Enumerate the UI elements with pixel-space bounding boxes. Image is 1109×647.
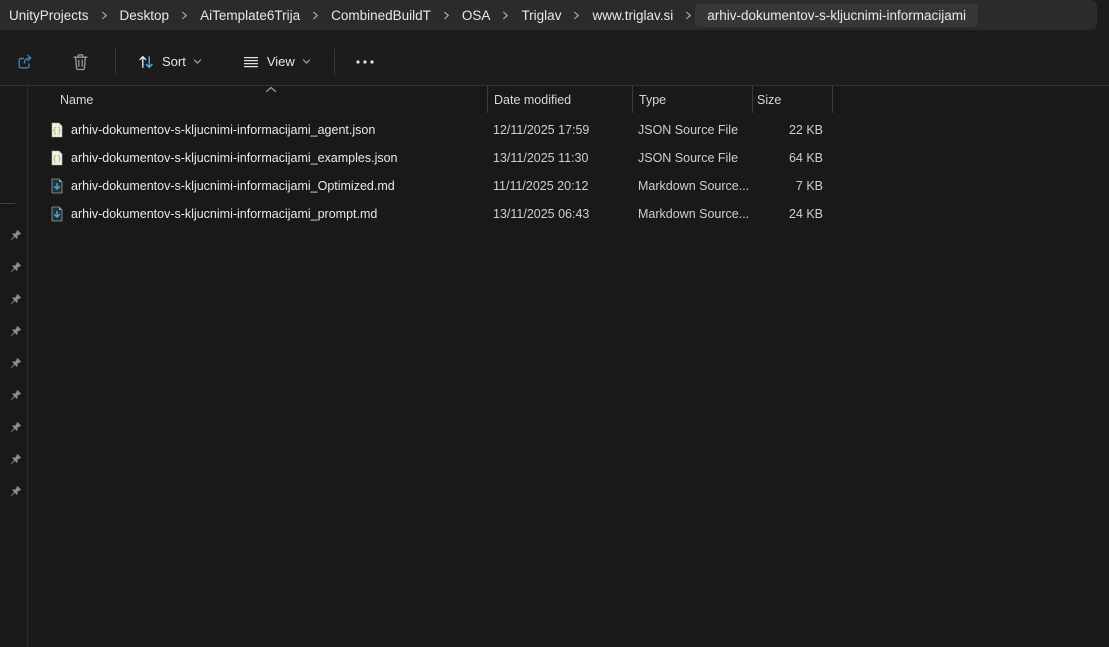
file-size: 24 KB [752,207,832,221]
sort-arrows-icon [137,53,155,71]
file-name: arhiv-dokumentov-s-kljucnimi-informacija… [71,207,377,221]
file-name: arhiv-dokumentov-s-kljucnimi-informacija… [71,151,398,165]
markdown-file-icon [49,206,65,222]
content-area: Name Date modified Type Size {} arhiv-do… [0,85,1109,647]
pin-icon[interactable] [8,293,22,307]
svg-text:{}: {} [52,154,61,163]
file-type: Markdown Source... [632,179,752,193]
toolbar-divider [334,49,335,75]
json-file-icon: {} [49,150,65,166]
pin-icon[interactable] [8,357,22,371]
share-button[interactable] [6,45,44,79]
address-bar[interactable]: UnityProjects Desktop AiTemplate6Trija C… [0,0,1097,30]
json-file-icon: {} [49,122,65,138]
file-date-modified: 13/11/2025 11:30 [487,151,632,165]
file-size: 64 KB [752,151,832,165]
sidebar-divider [0,203,15,204]
chevron-right-icon [442,11,451,20]
column-header-end-divider [832,86,833,113]
file-row[interactable]: arhiv-dokumentov-s-kljucnimi-informacija… [29,200,1109,228]
sort-button-label: Sort [162,54,186,69]
breadcrumb-item[interactable]: Desktop [111,4,179,27]
pin-icon[interactable] [8,453,22,467]
markdown-file-icon [49,178,65,194]
pin-icon[interactable] [8,485,22,499]
ellipsis-icon [354,53,376,71]
chevron-right-icon [572,11,581,20]
chevron-right-icon [311,11,320,20]
chevron-down-icon [193,57,202,66]
file-size: 7 KB [752,179,832,193]
file-name: arhiv-dokumentov-s-kljucnimi-informacija… [71,123,375,137]
pin-icon[interactable] [8,261,22,275]
breadcrumb-item[interactable]: AiTemplate6Trija [191,4,309,27]
column-header-size[interactable]: Size [752,86,832,113]
file-date-modified: 12/11/2025 17:59 [487,123,632,137]
breadcrumb-item[interactable]: OSA [453,4,500,27]
svg-text:{}: {} [52,126,61,135]
breadcrumb-item[interactable]: www.triglav.si [583,4,682,27]
view-button-label: View [267,54,295,69]
file-type: Markdown Source... [632,207,752,221]
chevron-down-icon [302,57,311,66]
column-header-size-label: Size [757,93,781,107]
sort-button[interactable]: Sort [128,46,211,78]
file-date-modified: 11/11/2025 20:12 [487,179,632,193]
more-options-button[interactable] [345,46,385,78]
pin-icon[interactable] [8,229,22,243]
view-button[interactable]: View [233,46,320,78]
chevron-right-icon [180,11,189,20]
navigation-pane[interactable] [0,86,28,647]
view-lines-icon [242,53,260,71]
file-rows: {} arhiv-dokumentov-s-kljucnimi-informac… [29,116,1109,228]
breadcrumb-item-current[interactable]: arhiv-dokumentov-s-kljucnimi-informacija… [695,4,978,27]
file-row[interactable]: {} arhiv-dokumentov-s-kljucnimi-informac… [29,144,1109,172]
delete-button[interactable] [62,45,99,79]
breadcrumb-item[interactable]: CombinedBuildT [322,4,440,27]
column-header-type[interactable]: Type [632,86,752,113]
file-date-modified: 13/11/2025 06:43 [487,207,632,221]
file-type: JSON Source File [632,123,752,137]
breadcrumb-item[interactable]: UnityProjects [0,4,98,27]
share-icon [15,52,35,72]
column-header-type-label: Type [639,93,666,107]
column-header-name-label: Name [60,93,93,107]
file-list-pane: Name Date modified Type Size {} arhiv-do… [29,86,1109,647]
toolbar: Sort View [0,38,1109,85]
chevron-up-icon [265,86,277,93]
column-header-row: Name Date modified Type Size [29,86,1109,113]
chevron-right-icon [684,11,693,20]
column-header-name[interactable]: Name [29,86,487,113]
file-row[interactable]: arhiv-dokumentov-s-kljucnimi-informacija… [29,172,1109,200]
trash-icon [71,52,90,72]
pin-icon[interactable] [8,389,22,403]
file-row[interactable]: {} arhiv-dokumentov-s-kljucnimi-informac… [29,116,1109,144]
column-header-date-label: Date modified [494,93,571,107]
file-size: 22 KB [752,123,832,137]
chevron-right-icon [100,11,109,20]
pin-icon[interactable] [8,421,22,435]
toolbar-divider [115,49,116,75]
file-name: arhiv-dokumentov-s-kljucnimi-informacija… [71,179,395,193]
column-header-date-modified[interactable]: Date modified [487,86,632,113]
chevron-right-icon [501,11,510,20]
pin-icon[interactable] [8,325,22,339]
breadcrumb-item[interactable]: Triglav [512,4,570,27]
file-type: JSON Source File [632,151,752,165]
